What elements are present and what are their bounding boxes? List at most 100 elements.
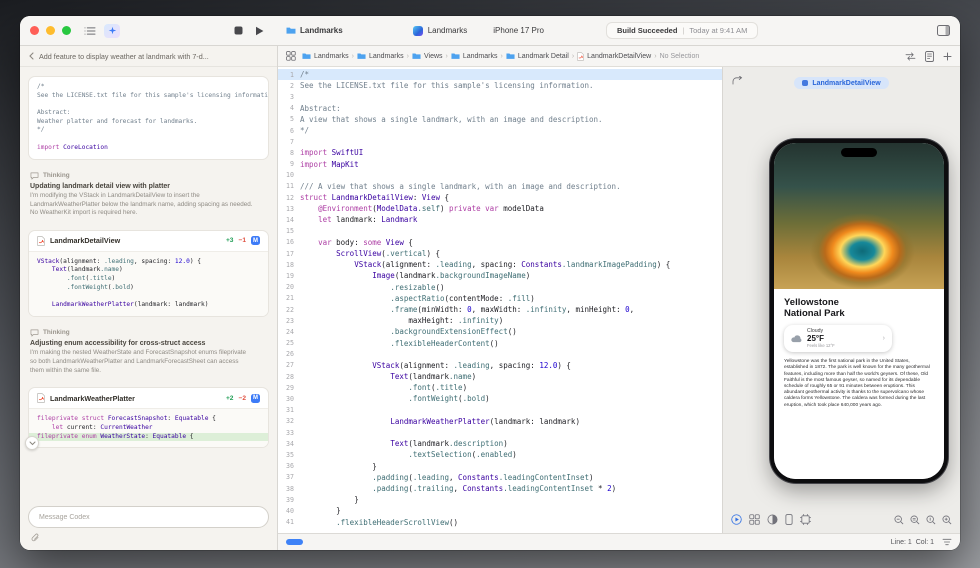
line-number[interactable]: 24 bbox=[278, 328, 300, 336]
swap-arrows-icon[interactable] bbox=[905, 51, 916, 61]
line-number[interactable]: 35 bbox=[278, 451, 300, 459]
zoom-in-icon[interactable] bbox=[942, 515, 952, 525]
code-line[interactable]: 40 } bbox=[278, 505, 722, 516]
zoom-100-icon[interactable] bbox=[926, 515, 936, 525]
breadcrumb-item[interactable]: LandmarkDetailView bbox=[577, 51, 651, 61]
code-line[interactable]: 25 .flexibleHeaderContent() bbox=[278, 338, 722, 349]
code-line[interactable]: 36 } bbox=[278, 461, 722, 472]
code-line[interactable]: 19 Image(landmark.backgroundImageName) bbox=[278, 270, 722, 281]
paperclip-icon[interactable] bbox=[31, 533, 40, 543]
line-number[interactable]: 8 bbox=[278, 149, 300, 157]
code-snippet-card[interactable]: /* See the LICENSE.txt file for this samp… bbox=[28, 76, 269, 160]
code-line[interactable]: 20 .resizable() bbox=[278, 282, 722, 293]
filter-icon[interactable] bbox=[942, 538, 952, 546]
code-line[interactable]: /* bbox=[37, 83, 260, 92]
code-line[interactable]: 12 struct LandmarkDetailView: View { bbox=[278, 192, 722, 203]
line-number[interactable]: 37 bbox=[278, 473, 300, 481]
activity-status[interactable]: Build Succeeded | Today at 9:41 AM bbox=[605, 22, 759, 39]
line-number[interactable]: 20 bbox=[278, 283, 300, 291]
code-line[interactable]: 28 Text(landmark.name) bbox=[278, 371, 722, 382]
line-number[interactable]: 39 bbox=[278, 496, 300, 504]
file-diff-code[interactable]: fileprivate struct ForecastSnapshot: Equ… bbox=[29, 408, 268, 448]
document-lines-icon[interactable] bbox=[925, 50, 934, 62]
line-number[interactable]: 9 bbox=[278, 160, 300, 168]
code-line[interactable]: 8 import SwiftUI bbox=[278, 147, 722, 158]
code-line[interactable]: 16 var body: some View { bbox=[278, 237, 722, 248]
code-line[interactable]: 23 maxHeight: .infinity) bbox=[278, 315, 722, 326]
navigator-list-icon[interactable] bbox=[84, 26, 96, 36]
file-change-card[interactable]: LandmarkWeatherPlatter +2 −2 M filepriva… bbox=[28, 387, 269, 449]
code-line[interactable]: .font(.title) bbox=[37, 275, 260, 284]
zoom-fit-icon[interactable] bbox=[910, 515, 920, 525]
variants-grid-icon[interactable] bbox=[749, 514, 760, 525]
line-number[interactable]: 4 bbox=[278, 104, 300, 112]
line-number[interactable]: 11 bbox=[278, 182, 300, 190]
code-line[interactable]: 41 .flexibleHeaderScrollView() bbox=[278, 517, 722, 528]
line-number[interactable]: 21 bbox=[278, 294, 300, 302]
code-line[interactable]: 24 .backgroundExtensionEffect() bbox=[278, 326, 722, 337]
code-line[interactable]: let current: CurrentWeather bbox=[37, 424, 260, 433]
code-line[interactable]: Text(landmark.name) bbox=[37, 266, 260, 275]
code-line[interactable]: 13 @Environment(ModelData.self) private … bbox=[278, 203, 722, 214]
code-line[interactable]: 21 .aspectRatio(contentMode: .fill) bbox=[278, 293, 722, 304]
code-line[interactable]: 22 .frame(minWidth: 0, maxWidth: .infini… bbox=[278, 304, 722, 315]
assistant-message-input[interactable] bbox=[28, 506, 269, 528]
expand-chevron-button[interactable] bbox=[25, 436, 39, 451]
breadcrumb-item[interactable]: Landmarks bbox=[302, 52, 349, 60]
code-line[interactable]: Weather platter and forecast for landmar… bbox=[37, 118, 260, 127]
code-line[interactable]: 35 .textSelection(.enabled) bbox=[278, 449, 722, 460]
inspector-toggle-icon[interactable] bbox=[937, 25, 950, 36]
line-number[interactable]: 27 bbox=[278, 361, 300, 369]
code-line[interactable]: Abstract: bbox=[37, 109, 260, 118]
code-line[interactable]: 10 bbox=[278, 170, 722, 181]
code-line[interactable]: */ bbox=[37, 126, 260, 135]
breadcrumb-item[interactable]: Landmarks bbox=[357, 52, 404, 60]
iphone-preview[interactable]: Yellowstone National Park Cloudy 25°F Fe… bbox=[770, 139, 948, 483]
code-line[interactable]: 9 import MapKit bbox=[278, 159, 722, 170]
code-line[interactable]: 30 .fontWeight(.bold) bbox=[278, 393, 722, 404]
source-editor[interactable]: 1/* 2 See the LICENSE.txt file for this sa… bbox=[278, 67, 722, 533]
line-number[interactable]: 12 bbox=[278, 194, 300, 202]
line-number[interactable]: 6 bbox=[278, 127, 300, 135]
zoom-button[interactable] bbox=[62, 26, 71, 35]
code-line[interactable]: 11/// A view that shows a single landmar… bbox=[278, 181, 722, 192]
code-line[interactable]: .fontWeight(.bold) bbox=[37, 284, 260, 293]
line-number[interactable]: 13 bbox=[278, 205, 300, 213]
line-number[interactable]: 38 bbox=[278, 485, 300, 493]
line-number[interactable]: 31 bbox=[278, 406, 300, 414]
line-number[interactable]: 29 bbox=[278, 384, 300, 392]
live-preview-play-icon[interactable] bbox=[731, 514, 742, 525]
line-number[interactable]: 40 bbox=[278, 507, 300, 515]
code-line[interactable]: 2 See the LICENSE.txt file for this sampl… bbox=[278, 80, 722, 91]
code-line[interactable]: LandmarkWeatherPlatter(landmark: landmar… bbox=[37, 301, 260, 310]
line-number[interactable]: 30 bbox=[278, 395, 300, 403]
close-button[interactable] bbox=[30, 26, 39, 35]
code-line[interactable]: 33 bbox=[278, 427, 722, 438]
related-items-grid-icon[interactable] bbox=[286, 51, 296, 61]
code-line[interactable]: VStack(alignment: .leading, spacing: 12.… bbox=[37, 258, 260, 267]
line-number[interactable]: 3 bbox=[278, 93, 300, 101]
line-number[interactable]: 19 bbox=[278, 272, 300, 280]
add-editor-plus-icon[interactable] bbox=[943, 52, 952, 61]
code-line[interactable]: 15 bbox=[278, 226, 722, 237]
minimize-button[interactable] bbox=[46, 26, 55, 35]
bent-arrow-icon[interactable] bbox=[732, 76, 743, 85]
line-number[interactable]: 28 bbox=[278, 373, 300, 381]
color-scheme-icon[interactable] bbox=[767, 514, 778, 525]
code-line[interactable]: 6 */ bbox=[278, 125, 722, 136]
file-diff-code[interactable]: VStack(alignment: .leading, spacing: 12.… bbox=[29, 250, 268, 316]
chevron-left-icon[interactable] bbox=[29, 52, 34, 60]
line-number[interactable]: 14 bbox=[278, 216, 300, 224]
memory-chip-icon[interactable] bbox=[800, 514, 811, 525]
line-number[interactable]: 36 bbox=[278, 462, 300, 470]
assistant-conversation[interactable]: /* See the LICENSE.txt file for this samp… bbox=[20, 67, 277, 500]
code-line[interactable]: 32 LandmarkWeatherPlatter(landmark: land… bbox=[278, 416, 722, 427]
breadcrumb-item[interactable]: Landmark Detail bbox=[506, 52, 569, 60]
code-line[interactable]: 26 bbox=[278, 349, 722, 360]
window-tab[interactable]: Landmarks bbox=[286, 26, 343, 35]
line-number[interactable]: 32 bbox=[278, 417, 300, 425]
line-number[interactable]: 5 bbox=[278, 115, 300, 123]
line-number[interactable]: 33 bbox=[278, 429, 300, 437]
file-change-card[interactable]: LandmarkDetailView +3 −1 M VStack(alignm… bbox=[28, 229, 269, 317]
breadcrumb-item[interactable]: Views bbox=[412, 52, 443, 60]
